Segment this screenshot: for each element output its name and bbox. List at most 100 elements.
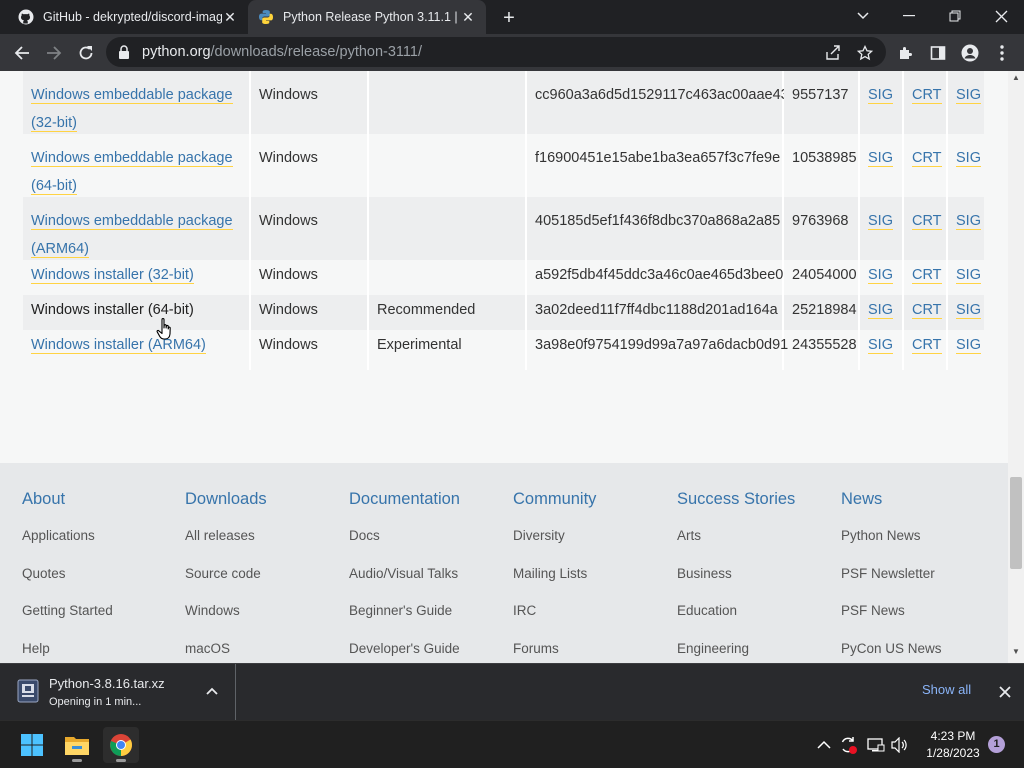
file-explorer-icon[interactable]: [59, 727, 95, 763]
footer-link[interactable]: Getting Started: [22, 600, 182, 636]
footer-link[interactable]: Help: [22, 638, 182, 664]
footer-heading[interactable]: Downloads: [185, 487, 345, 523]
file-link[interactable]: Windows installer (64-bit): [31, 302, 194, 318]
crt-link[interactable]: CRT: [912, 337, 942, 354]
clock-date[interactable]: 1/28/2023: [918, 746, 988, 760]
file-link[interactable]: Windows installer (ARM64): [31, 337, 206, 354]
network-icon[interactable]: [866, 735, 886, 755]
sig-link[interactable]: SIG: [868, 150, 893, 167]
crt-link[interactable]: CRT: [912, 302, 942, 319]
footer-link[interactable]: Quotes: [22, 563, 182, 599]
forward-arrow-icon[interactable]: [42, 41, 66, 65]
file-link[interactable]: Windows embeddable package: [31, 150, 233, 167]
footer-link[interactable]: PSF News: [841, 600, 1001, 636]
scroll-up-arrow-icon[interactable]: ▲: [1008, 73, 1024, 85]
file-link[interactable]: (64-bit): [31, 178, 77, 195]
file-link[interactable]: (32-bit): [31, 115, 77, 132]
file-link[interactable]: Windows embeddable package: [31, 213, 233, 230]
file-name-cell[interactable]: Windows embeddable package (32-bit): [23, 71, 251, 134]
notification-badge[interactable]: 1: [988, 736, 1005, 753]
new-tab-button[interactable]: +: [498, 7, 520, 29]
tab-search-chevron-icon[interactable]: [848, 4, 878, 28]
file-name-cell[interactable]: Windows embeddable package (64-bit): [23, 134, 251, 197]
footer-link[interactable]: Beginner's Guide: [349, 600, 509, 636]
back-arrow-icon[interactable]: [10, 41, 34, 65]
footer-heading[interactable]: News: [841, 487, 1001, 523]
side-panel-icon[interactable]: [926, 41, 950, 65]
crt-link[interactable]: CRT: [912, 267, 942, 284]
footer-link[interactable]: Mailing Lists: [513, 563, 673, 599]
file-link[interactable]: Windows embeddable package: [31, 87, 233, 104]
scrollbar-thumb[interactable]: [1010, 477, 1022, 569]
sigstore-link[interactable]: SIG: [956, 150, 981, 167]
show-all-button[interactable]: Show all: [922, 682, 971, 697]
footer-heading[interactable]: Documentation: [349, 487, 509, 523]
sig-link[interactable]: SIG: [868, 267, 893, 284]
footer-link[interactable]: Diversity: [513, 525, 673, 561]
close-icon[interactable]: ✕: [460, 9, 476, 25]
footer-link[interactable]: All releases: [185, 525, 345, 561]
tab-python-release[interactable]: Python Release Python 3.11.1 | Py ✕: [248, 0, 486, 34]
footer-link[interactable]: Engineering: [677, 638, 837, 664]
profile-avatar-icon[interactable]: [958, 41, 982, 65]
file-link[interactable]: Windows installer (32-bit): [31, 267, 194, 284]
chevron-up-icon[interactable]: [814, 735, 834, 755]
footer-heading[interactable]: Success Stories: [677, 487, 837, 523]
footer-heading[interactable]: Community: [513, 487, 673, 523]
chrome-icon[interactable]: [103, 727, 139, 763]
footer-link[interactable]: Developer's Guide: [349, 638, 509, 664]
sigstore-link[interactable]: SIG: [956, 302, 981, 319]
sigstore-link[interactable]: SIG: [956, 337, 981, 354]
sync-update-icon[interactable]: [838, 735, 858, 755]
file-name-cell[interactable]: Windows installer (ARM64): [23, 330, 251, 370]
sig-link[interactable]: SIG: [868, 302, 893, 319]
chevron-up-icon[interactable]: [204, 684, 220, 700]
footer-link[interactable]: Forums: [513, 638, 673, 664]
clock-time[interactable]: 4:23 PM: [918, 729, 988, 743]
sig-link[interactable]: SIG: [868, 87, 893, 104]
address-bar[interactable]: python.org/downloads/release/python-3111…: [106, 37, 886, 67]
download-item[interactable]: Python-3.8.16.tar.xz Opening in 1 min...: [0, 664, 236, 720]
file-link[interactable]: (ARM64): [31, 241, 90, 258]
footer-link[interactable]: Applications: [22, 525, 182, 561]
windows-start-icon[interactable]: [14, 727, 50, 763]
speaker-volume-icon[interactable]: [890, 735, 910, 755]
footer-link[interactable]: Education: [677, 600, 837, 636]
footer-link[interactable]: Arts: [677, 525, 837, 561]
file-name-cell[interactable]: Windows installer (32-bit): [23, 260, 251, 295]
footer-link[interactable]: PSF Newsletter: [841, 563, 1001, 599]
restore-icon[interactable]: [940, 4, 970, 28]
kebab-menu-icon[interactable]: [990, 41, 1014, 65]
footer-link[interactable]: Docs: [349, 525, 509, 561]
bookmark-star-icon[interactable]: [856, 44, 874, 62]
crt-link[interactable]: CRT: [912, 87, 942, 104]
sig-link[interactable]: SIG: [868, 213, 893, 230]
sig-link[interactable]: SIG: [868, 337, 893, 354]
footer-link[interactable]: IRC: [513, 600, 673, 636]
crt-link[interactable]: CRT: [912, 213, 942, 230]
footer-link[interactable]: Audio/Visual Talks: [349, 563, 509, 599]
sigstore-link[interactable]: SIG: [956, 213, 981, 230]
sigstore-link[interactable]: SIG: [956, 87, 981, 104]
minimize-icon[interactable]: [894, 4, 924, 28]
scroll-down-arrow-icon[interactable]: ▼: [1008, 647, 1024, 659]
file-name-cell[interactable]: Windows installer (64-bit): [23, 295, 251, 330]
footer-link[interactable]: PyCon US News: [841, 638, 1001, 664]
sigstore-link[interactable]: SIG: [956, 267, 981, 284]
footer-link[interactable]: Business: [677, 563, 837, 599]
footer-heading[interactable]: About: [22, 487, 182, 523]
footer-link[interactable]: Windows: [185, 600, 345, 636]
footer-link[interactable]: macOS: [185, 638, 345, 664]
lock-icon[interactable]: [118, 45, 130, 59]
tab-github[interactable]: GitHub - dekrypted/discord-imag ✕: [8, 0, 248, 34]
crt-link[interactable]: CRT: [912, 150, 942, 167]
file-name-cell[interactable]: Windows embeddable package (ARM64): [23, 197, 251, 260]
footer-link[interactable]: Python News: [841, 525, 1001, 561]
vertical-scrollbar[interactable]: ▲ ▼: [1008, 71, 1024, 663]
reload-icon[interactable]: [74, 41, 98, 65]
footer-link[interactable]: Source code: [185, 563, 345, 599]
close-icon[interactable]: ✕: [222, 9, 238, 25]
share-icon[interactable]: [824, 44, 842, 62]
close-icon[interactable]: [996, 683, 1014, 701]
extensions-puzzle-icon[interactable]: [894, 41, 918, 65]
